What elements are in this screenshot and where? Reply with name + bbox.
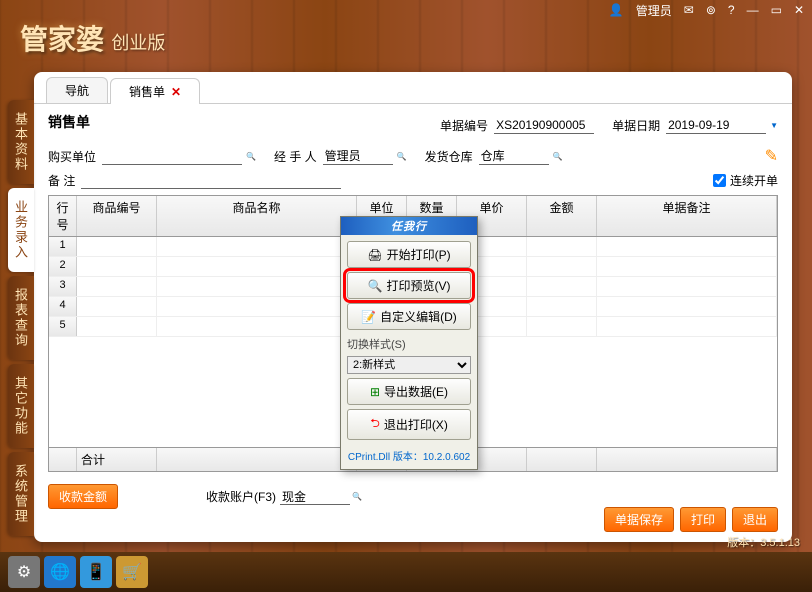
buyer-label: 购买单位 bbox=[48, 148, 96, 165]
edit-icon[interactable]: ✎ bbox=[765, 146, 778, 166]
preview-icon: 🔍 bbox=[368, 279, 383, 293]
print-dialog: 任我行 🖨 开始打印(P) 🔍 打印预览(V) 📝 自定义编辑(D) 切换样式(… bbox=[340, 216, 478, 470]
action-bar: 单据保存 打印 退出 bbox=[604, 507, 778, 532]
handler-dropdown-icon[interactable]: 🔍 bbox=[397, 152, 407, 161]
switch-style-select[interactable]: 2:新样式 bbox=[347, 356, 471, 374]
buyer-dropdown-icon[interactable]: 🔍 bbox=[246, 152, 256, 161]
custom-edit-button[interactable]: 📝 自定义编辑(D) bbox=[347, 303, 471, 330]
receipt-amount-button[interactable]: 收款金额 bbox=[48, 484, 118, 509]
col-header-code[interactable]: 商品编号 bbox=[77, 196, 157, 236]
version-label: 版本：3.5.1.13 bbox=[727, 534, 800, 550]
taskbar-gear-icon[interactable]: ⚙ bbox=[8, 556, 40, 588]
close-icon[interactable]: ✕ bbox=[794, 3, 804, 17]
buyer-input[interactable] bbox=[102, 148, 242, 165]
grid-footer-label: 合计 bbox=[77, 448, 157, 471]
col-header-rownum[interactable]: 行号 bbox=[49, 196, 77, 236]
col-header-amount[interactable]: 金额 bbox=[527, 196, 597, 236]
doc-no-label: 单据编号 bbox=[440, 117, 488, 134]
exit-print-button[interactable]: ⮌ 退出打印(X) bbox=[347, 409, 471, 440]
side-tab-entry[interactable]: 业务录入 bbox=[8, 188, 34, 272]
warehouse-dropdown-icon[interactable]: 🔍 bbox=[553, 152, 563, 161]
remark-input[interactable] bbox=[81, 172, 341, 189]
warehouse-label: 发货仓库 bbox=[425, 148, 473, 165]
page-title: 销售单 bbox=[48, 112, 90, 132]
app-title-sub: 创业版 bbox=[111, 29, 165, 55]
user-icon[interactable]: 👤 bbox=[609, 3, 624, 17]
remark-label: 备 注 bbox=[48, 172, 75, 189]
side-tab-other[interactable]: 其它功能 bbox=[8, 364, 34, 448]
print-preview-button[interactable]: 🔍 打印预览(V) bbox=[347, 272, 471, 299]
start-print-button[interactable]: 🖨 开始打印(P) bbox=[347, 241, 471, 268]
exit-button[interactable]: 退出 bbox=[732, 507, 778, 532]
edit-icon: 📝 bbox=[361, 310, 376, 324]
tab-strip: 导航 销售单 ✕ bbox=[34, 72, 792, 104]
print-button[interactable]: 打印 bbox=[680, 507, 726, 532]
side-tabs: 基本资料 业务录入 报表查询 其它功能 系统管理 bbox=[8, 100, 34, 536]
date-dropdown-icon[interactable]: ▼ bbox=[770, 121, 778, 130]
print-version-label: CPrint.Dll 版本：10.2.0.602 bbox=[347, 448, 471, 463]
col-header-remark[interactable]: 单据备注 bbox=[597, 196, 777, 236]
app-title: 管家婆 创业版 bbox=[20, 18, 165, 58]
doc-date-label: 单据日期 bbox=[612, 117, 660, 134]
warehouse-input[interactable] bbox=[479, 148, 549, 165]
tab-sales[interactable]: 销售单 ✕ bbox=[110, 78, 200, 104]
taskbar-phone-icon[interactable]: 📱 bbox=[80, 556, 112, 588]
taskbar-cart-icon[interactable]: 🛒 bbox=[116, 556, 148, 588]
tab-close-icon[interactable]: ✕ bbox=[171, 85, 181, 99]
switch-style-label: 切换样式(S) bbox=[347, 336, 471, 352]
excel-icon: ⊞ bbox=[370, 385, 380, 399]
maximize-icon[interactable]: ▭ bbox=[771, 3, 782, 17]
receipt-account-dropdown-icon[interactable]: 🔍 bbox=[352, 492, 362, 501]
col-header-name[interactable]: 商品名称 bbox=[157, 196, 357, 236]
taskbar-globe-icon[interactable]: 🌐 bbox=[44, 556, 76, 588]
app-title-main: 管家婆 bbox=[20, 18, 104, 58]
mail-icon[interactable]: ✉ bbox=[684, 3, 694, 17]
weibo-icon[interactable]: ⊚ bbox=[706, 3, 716, 17]
continuous-label: 连续开单 bbox=[730, 172, 778, 189]
top-bar: 👤 管理员 ✉ ⊚ ? — ▭ ✕ bbox=[601, 0, 812, 20]
receipt-account-label: 收款账户(F3) bbox=[206, 488, 276, 505]
help-icon[interactable]: ? bbox=[728, 3, 735, 17]
export-data-button[interactable]: ⊞ 导出数据(E) bbox=[347, 378, 471, 405]
side-tab-report[interactable]: 报表查询 bbox=[8, 276, 34, 360]
save-button[interactable]: 单据保存 bbox=[604, 507, 674, 532]
handler-input[interactable] bbox=[323, 148, 393, 165]
side-tab-basic[interactable]: 基本资料 bbox=[8, 100, 34, 184]
doc-date-input[interactable] bbox=[666, 117, 766, 134]
doc-no-input[interactable] bbox=[494, 117, 594, 134]
side-tab-system[interactable]: 系统管理 bbox=[8, 452, 34, 536]
user-label[interactable]: 管理员 bbox=[636, 2, 672, 19]
continuous-checkbox[interactable] bbox=[713, 174, 726, 187]
minimize-icon[interactable]: — bbox=[747, 3, 759, 17]
handler-label: 经 手 人 bbox=[274, 148, 317, 165]
taskbar: ⚙ 🌐 📱 🛒 bbox=[0, 552, 812, 592]
receipt-account-input[interactable] bbox=[280, 488, 350, 505]
printer-icon: 🖨 bbox=[367, 248, 382, 262]
print-dialog-header: 任我行 bbox=[341, 217, 477, 235]
tab-nav[interactable]: 导航 bbox=[46, 77, 108, 103]
exit-icon: ⮌ bbox=[370, 414, 380, 435]
